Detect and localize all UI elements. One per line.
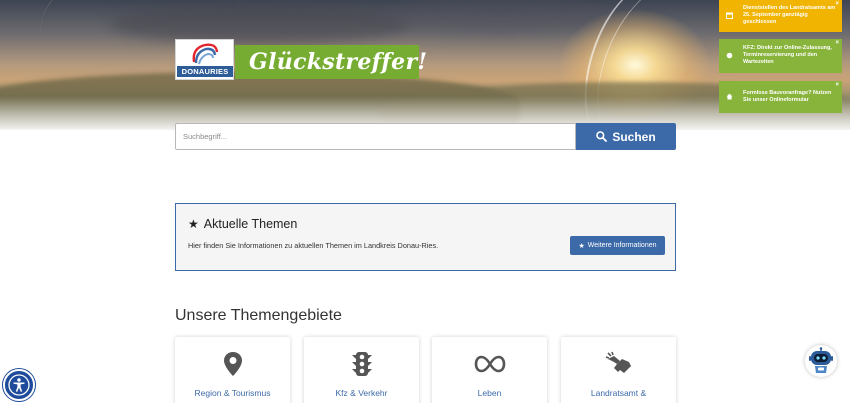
star-icon: ★ [578,242,585,250]
search-button-label: Suchen [612,129,656,144]
close-icon[interactable]: × [835,40,839,46]
search-input[interactable] [175,123,576,150]
card-kfz-verkehr[interactable]: Kfz & Verkehr [304,337,419,403]
dot-icon [725,52,733,60]
search-button[interactable]: Suchen [576,123,676,150]
chatbot-button[interactable] [805,345,837,377]
infinity-icon [474,355,505,373]
aktuelle-themen-heading: ★ Aktuelle Themen [188,217,297,231]
notice-text: Dienststellen des Landratsamts am 25. Se… [743,5,836,26]
slogan-banner: Glückstreffer! [235,45,427,79]
star-icon: ★ [188,217,199,231]
accessibility-button[interactable] [3,369,35,401]
house-icon [725,93,733,101]
notice-bauvoranfrage[interactable]: Formlose Bauvoranfrage? Nutzen Sie unser… [719,81,842,113]
search-icon [596,131,608,142]
logo-emblem-icon [192,43,219,65]
aktuelle-themen-title: Aktuelle Themen [203,217,298,231]
aktuelle-themen-description: Hier finden Sie Informationen zu aktuell… [188,241,439,250]
aktuelle-themen-box: ★ Aktuelle Themen Hier finden Sie Inform… [175,203,676,271]
handshake-icon [605,351,631,373]
themengebiete-title: Unsere Themengebiete [175,307,342,324]
traffic-light-icon [351,352,372,376]
logo-text: DONAURIES [177,66,233,77]
accessibility-icon [8,374,30,396]
map-pin-icon [223,352,242,376]
notice-closure[interactable]: Dienststellen des Landratsamts am 25. Se… [719,0,842,32]
card-region-tourismus[interactable]: Region & Tourismus [175,337,290,403]
close-icon[interactable]: × [835,1,839,7]
calendar-icon [725,12,733,20]
donauries-logo[interactable]: DONAURIES [175,39,234,80]
card-label: Kfz & Verkehr [335,388,388,398]
notice-kfz[interactable]: KFZ: Direkt zur Online-Zulassung, Termin… [719,39,842,73]
card-label: Region & Tourismus [194,388,271,398]
card-landratsamt[interactable]: Landratsamt & [561,337,676,403]
card-label: Landratsamt & [590,388,647,398]
card-label: Leben [477,388,502,398]
weitere-informationen-button[interactable]: ★ Weitere Informationen [570,236,665,255]
close-icon[interactable]: × [835,82,839,88]
notice-text: KFZ: Direkt zur Online-Zulassung, Termin… [743,45,832,66]
weitere-informationen-label: Weitere Informationen [587,242,657,249]
notice-text: Formlose Bauvoranfrage? Nutzen Sie unser… [743,89,832,103]
card-leben[interactable]: Leben [432,337,547,403]
robot-icon [809,347,833,373]
